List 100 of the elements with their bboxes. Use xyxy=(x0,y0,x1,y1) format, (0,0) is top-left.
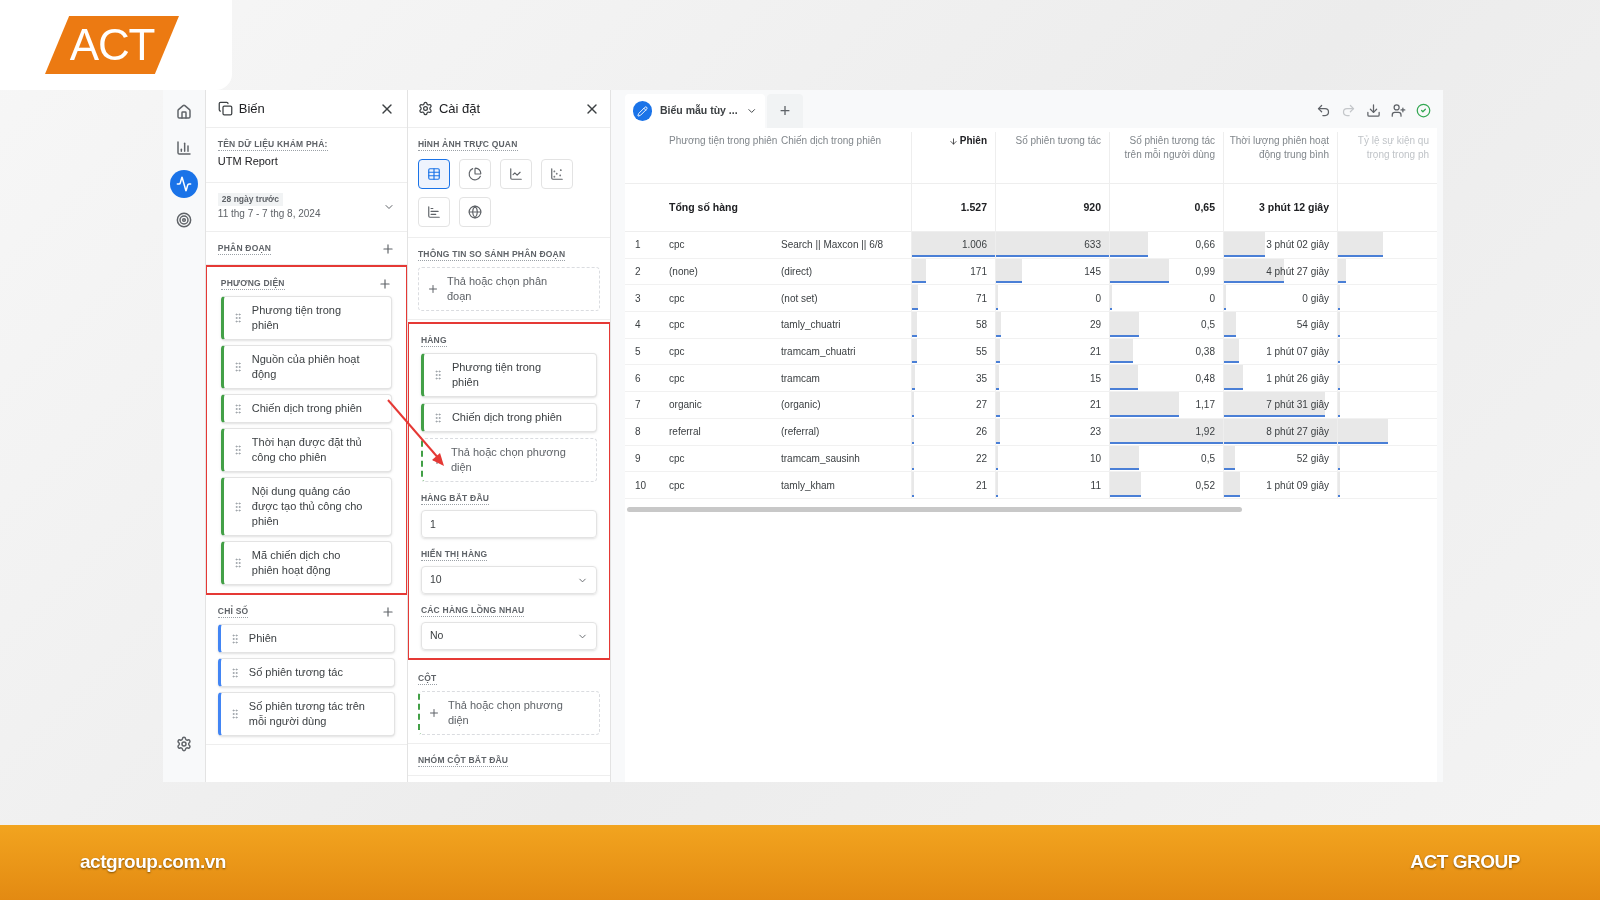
date-range-picker[interactable]: 28 ngày trước 11 thg 7 - 7 thg 8, 2024 xyxy=(205,183,407,232)
section-label: NHÓM CỘT BẮT ĐẦU xyxy=(417,754,509,767)
table-cell-text: 11 xyxy=(1090,478,1101,493)
row-number: 1 xyxy=(635,239,641,251)
row-number: 5 xyxy=(635,346,641,358)
pencil-icon xyxy=(633,101,652,121)
add-tab-button[interactable]: + xyxy=(767,94,803,128)
variable-chip[interactable]: Phương tiện trong phiên xyxy=(420,353,597,397)
variables-icon xyxy=(217,101,233,116)
drop-zone-text: Thả hoặc chọn phân đoạn xyxy=(446,274,549,304)
section-label: THÔNG TIN SO SÁNH PHÂN ĐOẠN xyxy=(417,248,566,261)
logo: ACT xyxy=(45,16,179,74)
column-header[interactable]: Số phiên tương tác trên mỗi người dùng xyxy=(1110,134,1215,162)
total-value: 1.527 xyxy=(960,199,987,215)
variable-chip[interactable]: Nguồn của phiên hoạt động xyxy=(220,345,392,389)
table-cell: cpc xyxy=(669,452,685,464)
column-header[interactable]: Số phiên tương tác xyxy=(1015,134,1101,148)
input-field[interactable]: 1 xyxy=(420,510,597,538)
scatter-chart-icon[interactable] xyxy=(540,159,573,189)
variable-chip[interactable]: Mã chiến dịch cho phiên hoạt động xyxy=(220,541,392,585)
download-icon[interactable] xyxy=(1366,103,1381,118)
table-cell-text: 1,92 xyxy=(1195,425,1215,440)
table-cell-text: 8 phút 27 giây xyxy=(1266,425,1329,440)
table-cell-text: 0 xyxy=(1209,291,1215,306)
report-tab[interactable]: Biểu mẫu tùy ... xyxy=(625,94,765,128)
table-cell: (organic) xyxy=(781,399,821,411)
chip-label: Chiến dịch trong phiên xyxy=(451,410,562,425)
column-header[interactable]: Chiến dịch trong phiên xyxy=(781,135,882,146)
column-header[interactable]: Phiên xyxy=(959,134,987,148)
select-field[interactable]: 10 xyxy=(420,566,597,594)
add-icon[interactable] xyxy=(380,242,395,256)
variable-chip[interactable]: Phiên xyxy=(217,624,395,653)
horizontal-scrollbar[interactable] xyxy=(627,506,1242,512)
panel-title: Cài đặt xyxy=(438,99,481,118)
total-label: Tổng số hàng xyxy=(669,200,738,213)
date-range: 11 thg 7 - 7 thg 8, 2024 xyxy=(217,206,321,221)
table-cell-text: 22 xyxy=(975,451,987,466)
drop-zone-text: Thả hoặc chọn phương diện xyxy=(450,445,567,475)
variable-chip[interactable]: Phương tiện trong phiên xyxy=(220,296,392,340)
add-icon[interactable] xyxy=(380,605,395,619)
drop-zone[interactable]: Thả hoặc chọn phân đoạn xyxy=(417,267,600,311)
table-cell-text: 27 xyxy=(975,398,987,413)
undo-icon[interactable] xyxy=(1316,103,1331,118)
table-cell: tramcam_chuatri xyxy=(781,346,856,358)
variable-chip[interactable]: Thời hạn được đặt thủ công cho phiên xyxy=(220,428,392,472)
variable-chip[interactable]: Nội dung quảng cáo được tạo thủ công cho phiên xyxy=(220,477,392,536)
row-number: 3 xyxy=(635,292,641,304)
table-cell-text: 171 xyxy=(970,265,987,280)
table-cell-text: 29 xyxy=(1089,318,1101,333)
plus-icon xyxy=(426,283,439,295)
table-cell-text: 0,48 xyxy=(1195,371,1215,386)
variable-chip[interactable]: Số phiên tương tác trên mỗi người dùng xyxy=(217,692,395,736)
table-cell-text: 21 xyxy=(1089,345,1101,360)
column-header[interactable]: Thời lượng phiên hoạt động trung bình xyxy=(1224,134,1329,162)
plus-icon xyxy=(427,707,440,719)
section-label: PHƯƠNG DIỆN xyxy=(220,277,285,290)
table-cell-text: 15 xyxy=(1089,371,1101,386)
check-circle-icon[interactable] xyxy=(1416,103,1431,118)
table-cell-text: 54 giây xyxy=(1296,318,1329,333)
table-cell: cpc xyxy=(669,372,685,384)
globe-icon[interactable] xyxy=(458,197,491,227)
row-number: 2 xyxy=(635,266,641,278)
table-cell-text: 0,5 xyxy=(1201,318,1215,333)
section-label: HIỂN THỊ HÀNG xyxy=(420,548,488,561)
table-cell-text: 23 xyxy=(1089,425,1101,440)
table-cell-text: 35 xyxy=(975,371,987,386)
variable-chip[interactable]: Chiến dịch trong phiên xyxy=(420,403,597,432)
table-cell-text: 58 xyxy=(975,318,987,333)
exploration-name[interactable]: UTM Report xyxy=(217,153,395,170)
variable-chip[interactable]: Số phiên tương tác xyxy=(217,658,395,687)
section-label: HÀNG BẮT ĐẦU xyxy=(420,492,490,505)
bar-chart-icon[interactable] xyxy=(417,197,450,227)
section-label: CÁC HÀNG LỒNG NHAU xyxy=(420,604,525,617)
section-label: TÊN DỮ LIỆU KHÁM PHÁ: xyxy=(217,138,328,151)
pie-chart-icon[interactable] xyxy=(458,159,491,189)
table-cell: referral xyxy=(669,426,701,438)
select-field[interactable]: No xyxy=(420,622,597,650)
table-cell-text: 0 giây xyxy=(1302,291,1329,306)
explore-icon[interactable] xyxy=(169,170,198,198)
chip-label: Chiến dịch trong phiên xyxy=(251,401,362,416)
section-label: HÌNH ẢNH TRỰC QUAN xyxy=(417,138,518,151)
table-cell-text: 1 phút 07 giây xyxy=(1266,345,1329,360)
row-number: 9 xyxy=(635,452,641,464)
section-label: PHÂN ĐOẠN xyxy=(217,242,272,255)
chip-label: Số phiên tương tác xyxy=(248,665,343,680)
line-chart-icon[interactable] xyxy=(499,159,532,189)
table-cell-text: 0,5 xyxy=(1201,451,1215,466)
table-icon[interactable] xyxy=(417,159,450,189)
chip-label: Nguồn của phiên hoạt động xyxy=(251,352,361,382)
table-cell: tamly_chuatri xyxy=(781,319,841,331)
add-user-icon[interactable] xyxy=(1391,103,1406,118)
table-cell: tramcam xyxy=(781,372,820,384)
add-icon[interactable] xyxy=(377,277,392,291)
table-cell: tramcam_sausinh xyxy=(781,452,860,464)
variable-chip[interactable]: Chiến dịch trong phiên xyxy=(220,394,392,423)
column-header[interactable]: Phương tiện trong phiên xyxy=(669,135,778,146)
table-cell: cpc xyxy=(669,319,685,331)
table-cell-text: 0,38 xyxy=(1195,345,1215,360)
table-cell: (none) xyxy=(669,266,698,278)
drop-zone[interactable]: Thả hoặc chọn phương diện xyxy=(417,691,600,735)
